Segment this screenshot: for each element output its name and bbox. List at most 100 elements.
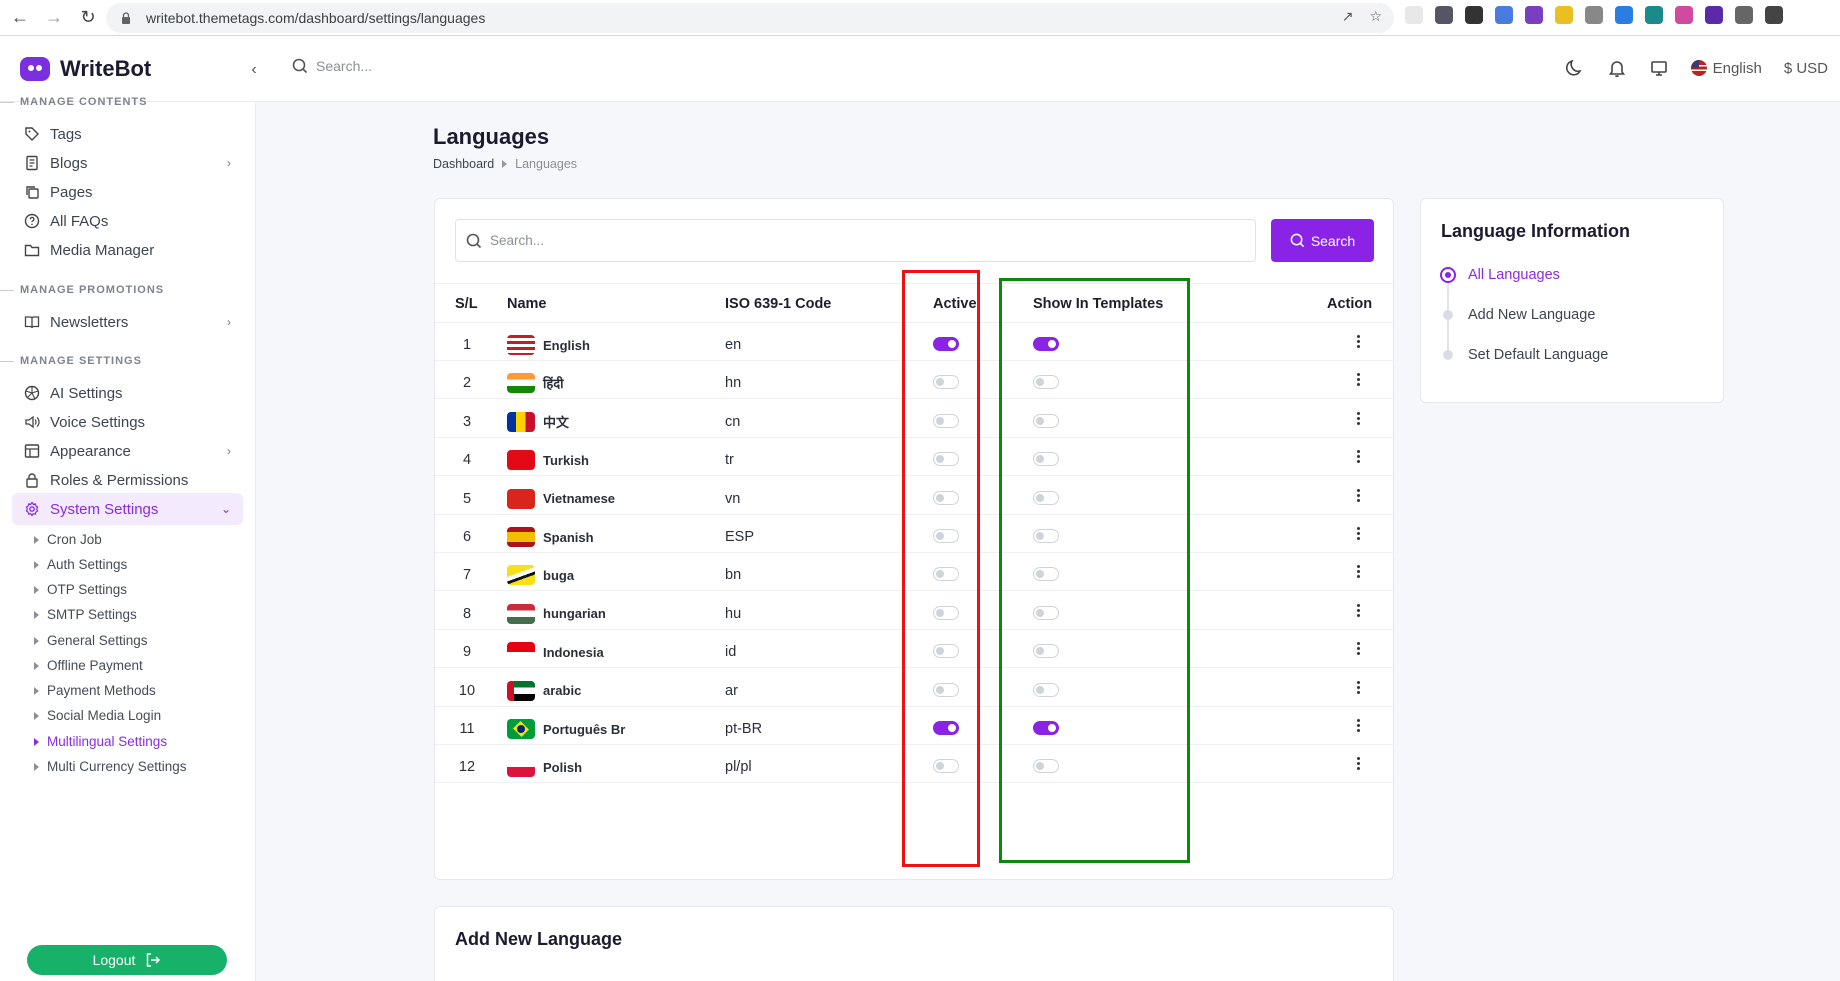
sidebar-subitem-multi-currency-settings[interactable]: Multi Currency Settings	[34, 759, 187, 774]
page-title: Languages	[433, 124, 550, 149]
extension-icon[interactable]	[1525, 6, 1543, 24]
sidebar-item-voice-settings[interactable]: Voice Settings	[12, 406, 243, 438]
puzzle-icon[interactable]	[1735, 6, 1753, 24]
flag-icon	[507, 527, 535, 547]
bell-icon[interactable]	[1607, 58, 1627, 78]
flag-icon	[507, 680, 535, 701]
header-search[interactable]: Search...	[292, 58, 372, 74]
logout-button[interactable]: Logout	[27, 945, 227, 975]
search-button[interactable]: Search	[1271, 219, 1374, 262]
flag-icon	[507, 565, 535, 586]
sidebar-subitem-offline-payment[interactable]: Offline Payment	[34, 658, 143, 673]
col-sl: S/L	[455, 296, 478, 312]
star-icon[interactable]: ☆	[1369, 8, 1382, 25]
templates-column-highlight	[999, 278, 1190, 863]
sidebar-item-label: System Settings	[50, 500, 159, 518]
more-vertical-icon[interactable]	[1355, 642, 1361, 656]
extension-icon[interactable]	[1705, 6, 1723, 24]
extension-icon[interactable]	[1405, 6, 1423, 24]
header-search-placeholder: Search...	[316, 58, 373, 74]
sidebar-item-newsletters[interactable]: Newsletters ›	[12, 306, 243, 338]
sidebar-item-appearance[interactable]: Appearance ›	[12, 435, 243, 467]
table-search-placeholder: Search...	[490, 233, 545, 248]
row-sl: 2	[462, 375, 472, 392]
currency-switcher[interactable]: $ USD	[1784, 60, 1828, 77]
step-all-languages[interactable]: All Languages	[1439, 267, 1560, 283]
row-sl: 3	[462, 413, 472, 430]
row-code: hu	[725, 605, 742, 622]
row-name: Turkish	[543, 452, 589, 468]
more-vertical-icon[interactable]	[1355, 373, 1361, 387]
extension-icon[interactable]	[1645, 6, 1663, 24]
row-name: Português Br	[543, 721, 626, 737]
extension-icon[interactable]	[1465, 6, 1483, 24]
flag-icon	[507, 373, 535, 394]
sidebar-item-media[interactable]: Media Manager	[12, 234, 243, 266]
more-vertical-icon[interactable]	[1355, 335, 1361, 348]
sidebar-subitem-otp-settings[interactable]: OTP Settings	[34, 582, 127, 597]
step-set-default-language[interactable]: Set Default Language	[1439, 347, 1608, 363]
sidebar-item-system-settings[interactable]: System Settings ⌄	[12, 493, 243, 525]
sidebar-item-label: All FAQs	[50, 212, 109, 230]
forward-icon[interactable]: →	[40, 4, 68, 32]
row-name: Spanish	[543, 529, 594, 545]
extension-icon[interactable]	[1585, 6, 1603, 24]
more-vertical-icon[interactable]	[1355, 411, 1361, 425]
row-language: Polish	[507, 757, 583, 778]
flag-icon	[507, 603, 535, 624]
search-button-label: Search	[1310, 232, 1356, 249]
sidebar-subitem-smtp-settings[interactable]: SMTP Settings	[34, 607, 137, 622]
collapse-sidebar-icon[interactable]: ‹	[242, 58, 266, 82]
brand[interactable]: WriteBot	[20, 56, 151, 82]
logout-label: Logout	[92, 952, 136, 968]
more-vertical-icon[interactable]	[1355, 450, 1361, 464]
table-search-input[interactable]: Search...	[455, 219, 1256, 262]
row-language: Spanish	[507, 527, 594, 547]
sidebar-item-blogs[interactable]: Blogs ›	[12, 147, 243, 179]
sidebar-item-ai-settings[interactable]: AI Settings	[12, 377, 243, 409]
sidebar-item-label: Voice Settings	[50, 413, 146, 431]
breadcrumb-home[interactable]: Dashboard	[433, 157, 494, 171]
sidebar-item-tags[interactable]: Tags	[12, 118, 243, 150]
more-vertical-icon[interactable]	[1355, 719, 1361, 732]
language-switcher[interactable]: English	[1690, 60, 1762, 77]
row-sl: 6	[462, 529, 472, 545]
chevron-right-icon: ›	[227, 315, 231, 329]
extension-icon[interactable]	[1555, 6, 1573, 24]
extension-icon[interactable]	[1675, 6, 1693, 24]
more-vertical-icon[interactable]	[1355, 757, 1361, 771]
share-icon[interactable]: ↗	[1342, 8, 1354, 25]
row-name: English	[543, 337, 590, 353]
download-icon[interactable]	[1765, 6, 1783, 24]
row-code: pt-BR	[725, 721, 763, 737]
aperture-icon	[24, 385, 40, 401]
sidebar-subitem-auth-settings[interactable]: Auth Settings	[34, 557, 127, 572]
address-bar[interactable]: writebot.themetags.com/dashboard/setting…	[106, 3, 1394, 33]
step-add-new-language[interactable]: Add New Language	[1439, 307, 1595, 323]
sidebar-item-faqs[interactable]: All FAQs	[12, 205, 243, 237]
section-manage-settings: MANAGE SETTINGS	[0, 355, 142, 367]
sidebar-item-pages[interactable]: Pages	[12, 176, 243, 208]
back-icon[interactable]: ←	[6, 4, 34, 32]
sidebar-subitem-multilingual-settings[interactable]: Multilingual Settings	[34, 734, 167, 749]
sidebar-subitem-general-settings[interactable]: General Settings	[34, 633, 148, 648]
sidebar-subitem-cron-job[interactable]: Cron Job	[34, 532, 102, 547]
row-name: Polish	[543, 759, 583, 775]
sidebar-subitem-social-media-login[interactable]: Social Media Login	[34, 708, 161, 723]
breadcrumb: Dashboard Languages	[433, 157, 577, 171]
sidebar-item-roles[interactable]: Roles & Permissions	[12, 464, 243, 496]
reload-icon[interactable]: ↻	[74, 4, 102, 32]
extension-icon[interactable]	[1435, 6, 1453, 24]
extension-icon[interactable]	[1495, 6, 1513, 24]
search-icon	[1290, 233, 1304, 248]
monitor-icon[interactable]	[1649, 58, 1669, 78]
flag-icon	[507, 757, 535, 778]
more-vertical-icon[interactable]	[1355, 527, 1361, 540]
moon-icon[interactable]	[1565, 58, 1585, 78]
more-vertical-icon[interactable]	[1355, 565, 1361, 579]
more-vertical-icon[interactable]	[1355, 603, 1361, 617]
more-vertical-icon[interactable]	[1355, 488, 1361, 502]
more-vertical-icon[interactable]	[1355, 680, 1361, 694]
extension-icon[interactable]	[1615, 6, 1633, 24]
sidebar-subitem-payment-methods[interactable]: Payment Methods	[34, 683, 156, 698]
